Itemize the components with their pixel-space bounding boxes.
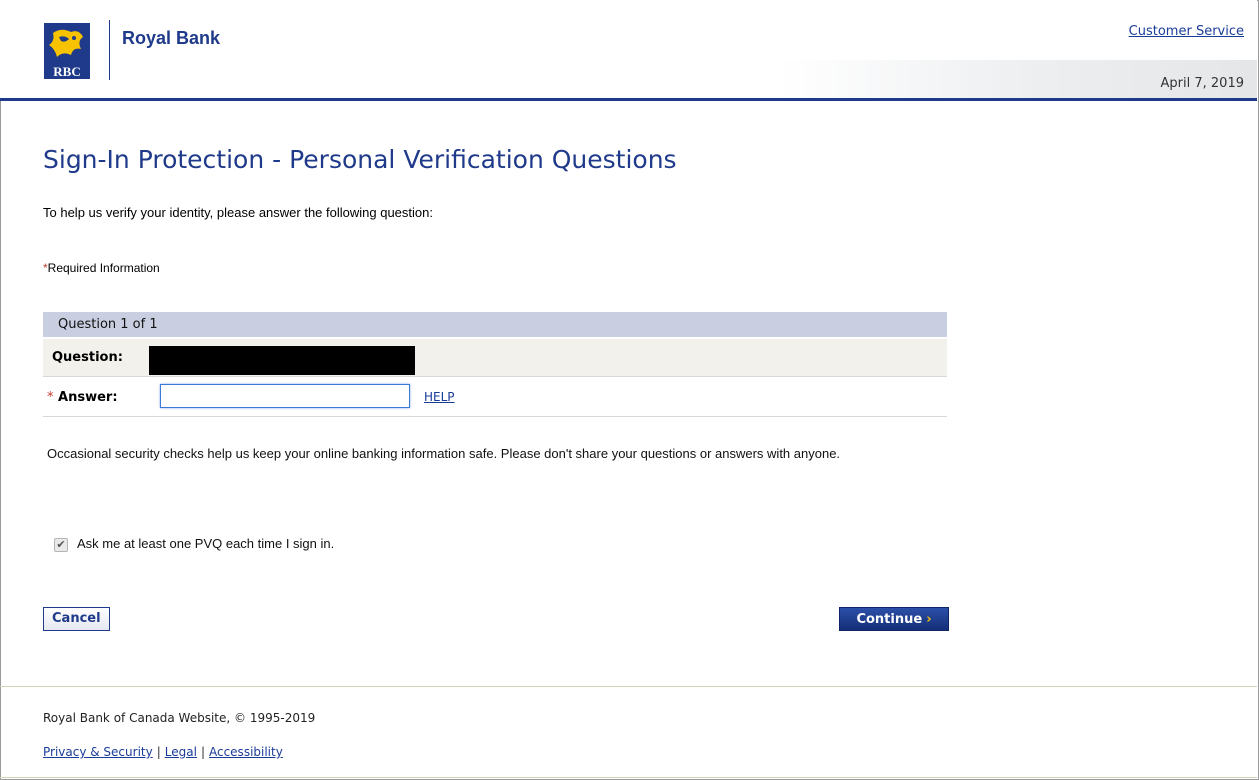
continue-label: Continue: [856, 612, 923, 627]
continue-button[interactable]: Continue ›: [839, 607, 949, 631]
chevron-right-icon: ›: [926, 612, 932, 627]
answer-required-star: *: [47, 390, 54, 405]
required-text: Required Information: [47, 261, 160, 275]
question-counter-bar: Question 1 of 1: [43, 312, 947, 337]
copyright-text: Royal Bank of Canada Website, © 1995-201…: [43, 711, 316, 725]
legal-link[interactable]: Legal: [165, 745, 197, 759]
rbc-lion-icon: RBC: [41, 23, 96, 79]
question-row: Question:: [43, 339, 947, 377]
pvq-checkbox-label[interactable]: Ask me at least one PVQ each time I sign…: [77, 536, 334, 551]
page-title: Sign-In Protection - Personal Verificati…: [43, 144, 677, 174]
customer-service-link[interactable]: Customer Service: [1129, 24, 1244, 39]
answer-label-text: Answer:: [58, 390, 118, 405]
footer-links: Privacy & Security | Legal | Accessibility: [43, 745, 283, 759]
intro-text: To help us verify your identity, please …: [43, 205, 433, 220]
current-date: April 7, 2019: [1160, 76, 1244, 91]
header-divider-line: [0, 98, 1257, 101]
accessibility-link[interactable]: Accessibility: [209, 745, 283, 759]
header-divider: [109, 20, 110, 80]
required-info-note: *Required Information: [43, 261, 160, 275]
rbc-logo[interactable]: RBC: [41, 23, 96, 79]
help-link[interactable]: HELP: [424, 390, 455, 404]
privacy-security-link[interactable]: Privacy & Security: [43, 745, 153, 759]
footer-separator: |: [156, 745, 161, 759]
answer-input[interactable]: [160, 384, 410, 408]
question-counter: Question 1 of 1: [58, 317, 158, 332]
footer-divider: [0, 686, 1257, 687]
bottom-border: [0, 777, 1257, 778]
question-redacted-text: [149, 346, 415, 375]
answer-row: * Answer: HELP: [43, 377, 947, 417]
question-label: Question:: [52, 350, 123, 365]
cancel-button[interactable]: Cancel: [43, 607, 110, 631]
answer-label: * Answer:: [47, 390, 118, 405]
logo-text: RBC: [53, 64, 80, 79]
header: RBC Royal Bank Customer Service April 7,…: [0, 0, 1257, 98]
brand-name: Royal Bank: [122, 28, 221, 48]
footer-separator: |: [200, 745, 205, 759]
security-notice: Occasional security checks help us keep …: [47, 446, 841, 461]
pvq-checkbox[interactable]: ✔: [54, 538, 68, 552]
